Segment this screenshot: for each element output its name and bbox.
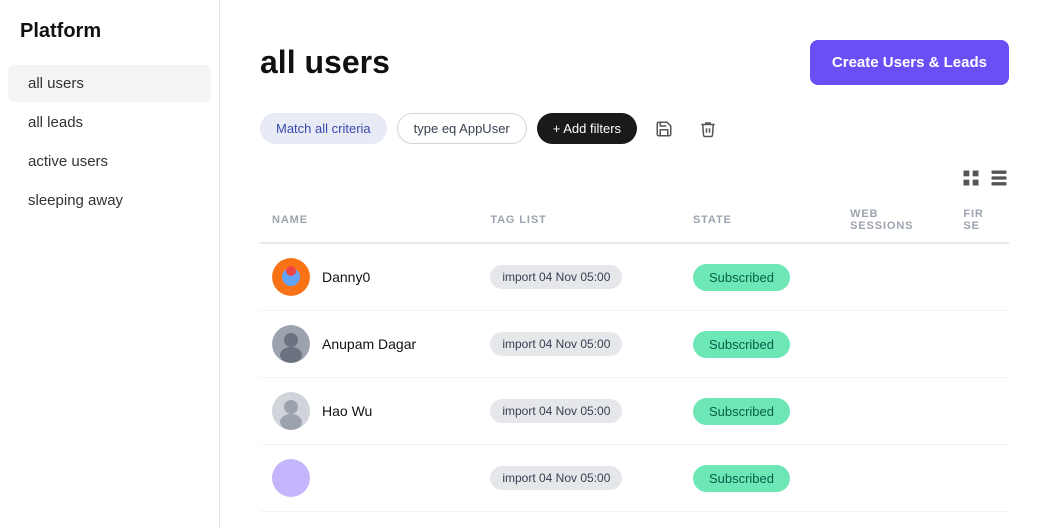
user-name: Danny0 [322, 269, 370, 285]
table-row[interactable]: Danny0 import 04 Nov 05:00 Subscribed [260, 243, 1009, 311]
tag-chip: import 04 Nov 05:00 [490, 265, 622, 289]
save-filter-button[interactable] [647, 114, 681, 144]
col-first-seen: FIRSE [951, 198, 1009, 243]
col-name: NAME [260, 198, 478, 243]
table-row[interactable]: Anupam Dagar import 04 Nov 05:00 Subscri… [260, 311, 1009, 378]
tag-chip: import 04 Nov 05:00 [490, 399, 622, 423]
tag-chip: import 04 Nov 05:00 [490, 466, 622, 490]
filters-row: Match all criteria type eq AppUser + Add… [260, 113, 1009, 144]
user-cell [272, 459, 466, 497]
avatar [272, 325, 310, 363]
sidebar-item-active-users[interactable]: active users [8, 143, 211, 180]
sidebar-nav: all users all leads active users sleepin… [0, 65, 219, 219]
add-filters-button[interactable]: + Add filters [537, 113, 637, 144]
col-tag-list: TAG LIST [478, 198, 681, 243]
first-seen-cell [951, 378, 1009, 445]
sidebar-title: Platform [0, 20, 219, 63]
avatar [272, 258, 310, 296]
avatar [272, 392, 310, 430]
avatar [272, 459, 310, 497]
tag-chip: import 04 Nov 05:00 [490, 332, 622, 356]
delete-filter-button[interactable] [691, 114, 725, 144]
first-seen-cell [951, 311, 1009, 378]
state-chip: Subscribed [693, 398, 790, 425]
user-cell: Hao Wu [272, 392, 466, 430]
user-name: Hao Wu [322, 403, 372, 419]
users-table: NAME TAG LIST STATE WEBSESSIONS FIRSE Da… [260, 198, 1009, 512]
first-seen-cell [951, 445, 1009, 512]
page-title: all users [260, 44, 390, 81]
match-all-criteria-chip[interactable]: Match all criteria [260, 113, 387, 144]
table-row[interactable]: import 04 Nov 05:00 Subscribed [260, 445, 1009, 512]
col-state: STATE [681, 198, 838, 243]
web-sessions-cell [838, 378, 951, 445]
main-content: all users Create Users & Leads Match all… [220, 0, 1049, 528]
table-row[interactable]: Hao Wu import 04 Nov 05:00 Subscribed [260, 378, 1009, 445]
web-sessions-cell [838, 445, 951, 512]
sidebar-item-sleeping-away[interactable]: sleeping away [8, 182, 211, 219]
user-cell: Anupam Dagar [272, 325, 466, 363]
sidebar: Platform all users all leads active user… [0, 0, 220, 528]
first-seen-cell [951, 243, 1009, 311]
col-web-sessions: WEBSESSIONS [838, 198, 951, 243]
user-name: Anupam Dagar [322, 336, 416, 352]
sidebar-item-all-users[interactable]: all users [8, 65, 211, 102]
columns-view-icon[interactable] [989, 168, 1009, 194]
state-chip: Subscribed [693, 465, 790, 492]
state-chip: Subscribed [693, 264, 790, 291]
main-header: all users Create Users & Leads [260, 40, 1009, 85]
create-users-leads-button[interactable]: Create Users & Leads [810, 40, 1009, 85]
web-sessions-cell [838, 311, 951, 378]
user-cell: Danny0 [272, 258, 466, 296]
type-eq-appuser-chip[interactable]: type eq AppUser [397, 113, 527, 144]
trash-icon [699, 120, 717, 138]
grid-view-icon[interactable] [961, 168, 981, 194]
view-toggle [260, 168, 1009, 194]
state-chip: Subscribed [693, 331, 790, 358]
web-sessions-cell [838, 243, 951, 311]
save-icon [655, 120, 673, 138]
sidebar-item-all-leads[interactable]: all leads [8, 104, 211, 141]
